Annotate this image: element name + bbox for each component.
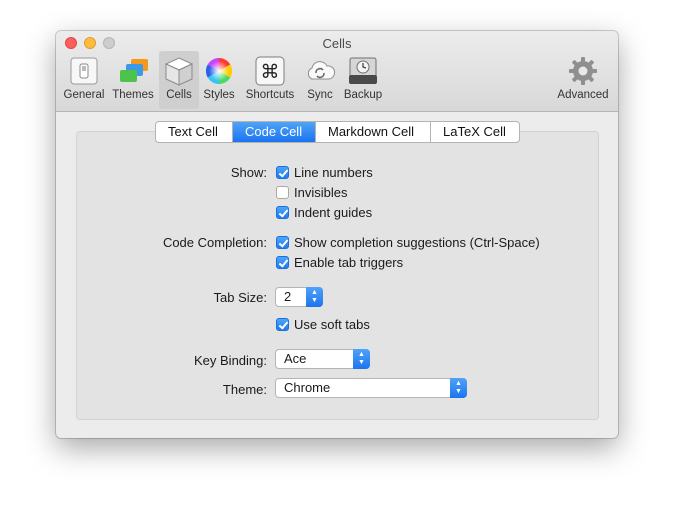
checkbox-label: Enable tab triggers	[294, 255, 404, 270]
backup-icon	[347, 55, 379, 87]
tab-text-cell[interactable]: Text Cell	[156, 122, 233, 142]
chevron-updown-icon: ▲ ▼	[353, 349, 370, 369]
tab-code-cell[interactable]: Code Cell	[233, 122, 316, 142]
checkbox-label: Indent guides	[294, 205, 373, 220]
chevron-updown-icon: ▲ ▼	[306, 287, 323, 307]
tab-markdown-cell[interactable]: Markdown Cell	[316, 122, 431, 142]
sync-icon	[304, 55, 336, 87]
checkbox-label: Line numbers	[294, 165, 373, 180]
shortcuts-icon: ⌘	[254, 55, 286, 87]
cells-icon	[163, 55, 195, 87]
checkbox-label: Show completion suggestions (Ctrl-Space)	[294, 235, 540, 250]
key-binding-select[interactable]: Ace ▲ ▼	[275, 349, 370, 369]
toolbar: Cells General Themes Cells Styles ⌘ Shor…	[56, 31, 618, 112]
tab-size-label: Tab Size:	[213, 290, 267, 305]
toolbar-item-cells[interactable]: Cells	[159, 51, 199, 109]
toolbar-item-general[interactable]: General	[62, 51, 106, 109]
checkbox-checked-icon	[276, 206, 289, 219]
soft-tabs-checkbox[interactable]: Use soft tabs	[276, 317, 370, 332]
theme-select[interactable]: Chrome ▲ ▼	[275, 378, 467, 398]
settings-panel: Show: Line numbers Invisibles Indent gui…	[76, 131, 599, 420]
chevron-updown-icon: ▲ ▼	[450, 378, 467, 398]
key-binding-label: Key Binding:	[194, 353, 267, 368]
toolbar-item-sync[interactable]: Sync	[304, 51, 336, 109]
window-title: Cells	[322, 36, 352, 51]
toolbar-label: Sync	[307, 89, 333, 101]
toolbar-label: Cells	[166, 89, 192, 101]
cell-type-tabs: Text Cell Code Cell Markdown Cell LaTeX …	[155, 121, 520, 143]
indent-guides-checkbox[interactable]: Indent guides	[276, 205, 372, 220]
themes-icon	[117, 55, 149, 87]
tab-latex-cell[interactable]: LaTeX Cell	[431, 122, 519, 142]
toolbar-label: Styles	[203, 89, 235, 101]
toolbar-label: Backup	[343, 89, 383, 101]
toolbar-label: Shortcuts	[245, 89, 295, 101]
checkbox-checked-icon	[276, 166, 289, 179]
checkbox-checked-icon	[276, 318, 289, 331]
theme-value: Chrome	[284, 380, 331, 395]
theme-label: Theme:	[222, 382, 267, 397]
preferences-window: Cells General Themes Cells Styles ⌘ Shor…	[56, 31, 618, 438]
checkbox-checked-icon	[276, 236, 289, 249]
styles-icon	[203, 55, 235, 87]
tab-triggers-checkbox[interactable]: Enable tab triggers	[276, 255, 403, 270]
tab-size-value: 2	[284, 289, 292, 304]
toolbar-item-styles[interactable]: Styles	[201, 51, 237, 109]
show-completion-checkbox[interactable]: Show completion suggestions (Ctrl-Space)	[276, 235, 540, 250]
gear-icon	[567, 55, 599, 87]
code-completion-label: Code Completion:	[162, 235, 267, 250]
general-icon	[68, 55, 100, 87]
toolbar-item-advanced[interactable]: Advanced	[554, 51, 612, 109]
toolbar-item-shortcuts[interactable]: ⌘ Shortcuts	[242, 51, 298, 109]
show-label: Show:	[230, 165, 267, 180]
tab-size-stepper[interactable]: 2 ▲ ▼	[275, 287, 323, 307]
checkbox-unchecked-icon	[276, 186, 289, 199]
svg-text:⌘: ⌘	[261, 61, 280, 83]
toolbar-label: Themes	[112, 89, 154, 101]
checkbox-label: Invisibles	[294, 185, 348, 200]
checkbox-label: Use soft tabs	[294, 317, 370, 332]
key-binding-value: Ace	[284, 351, 307, 366]
toolbar-item-themes[interactable]: Themes	[110, 51, 156, 109]
toolbar-label: General	[63, 89, 105, 101]
checkbox-checked-icon	[276, 256, 289, 269]
line-numbers-checkbox[interactable]: Line numbers	[276, 165, 373, 180]
toolbar-item-backup[interactable]: Backup	[341, 51, 385, 109]
invisibles-checkbox[interactable]: Invisibles	[276, 185, 347, 200]
toolbar-label: Advanced	[557, 89, 609, 101]
